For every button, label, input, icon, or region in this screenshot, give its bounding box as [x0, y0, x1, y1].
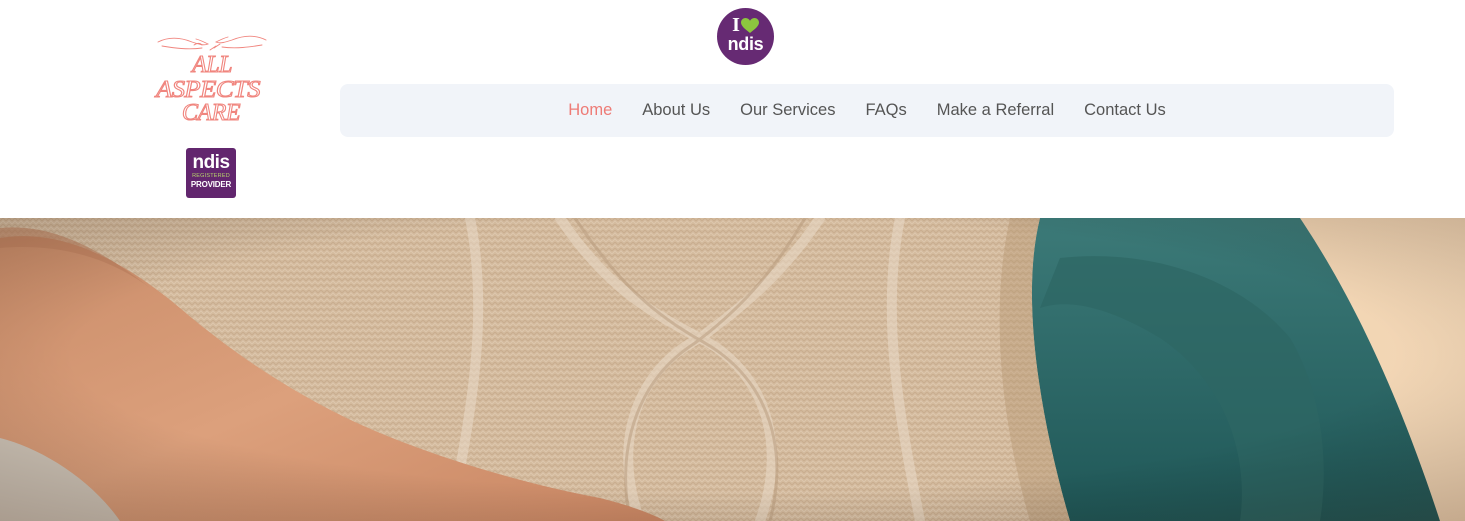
nav-about-us[interactable]: About Us — [642, 101, 710, 120]
hands-reaching-icon — [157, 35, 267, 51]
logo-word-3: CARE — [182, 100, 241, 124]
logo-word-1: ALL — [190, 52, 232, 78]
nav-contact-us[interactable]: Contact Us — [1084, 101, 1166, 120]
ilove-letter: I — [732, 14, 740, 36]
knit-sweater-hands-photo — [0, 218, 1465, 521]
brand-logo-graphic: ALL ASPECTS CARE — [153, 35, 267, 124]
nav-our-services[interactable]: Our Services — [740, 101, 835, 120]
ilove-ndis-word: ndis — [727, 34, 764, 54]
provider-badge-ndis: ndis — [192, 152, 230, 173]
heart-icon — [740, 18, 759, 33]
provider-badge-provider: PROVIDER — [190, 180, 232, 189]
hero-banner — [0, 218, 1465, 521]
i-love-ndis-badge: I ndis — [717, 8, 774, 65]
nav-home[interactable]: Home — [568, 101, 612, 120]
site-header: ALL ASPECTS CARE ndis REGISTERED PROVIDE… — [0, 0, 1465, 218]
ndis-registered-provider-badge: ndis REGISTERED PROVIDER — [186, 148, 236, 198]
provider-badge-registered: REGISTERED — [192, 173, 230, 179]
main-navigation: Home About Us Our Services FAQs Make a R… — [340, 84, 1394, 137]
nav-faqs[interactable]: FAQs — [865, 101, 906, 120]
nav-make-a-referral[interactable]: Make a Referral — [937, 101, 1054, 120]
brand-logo[interactable]: ALL ASPECTS CARE — [150, 28, 274, 124]
